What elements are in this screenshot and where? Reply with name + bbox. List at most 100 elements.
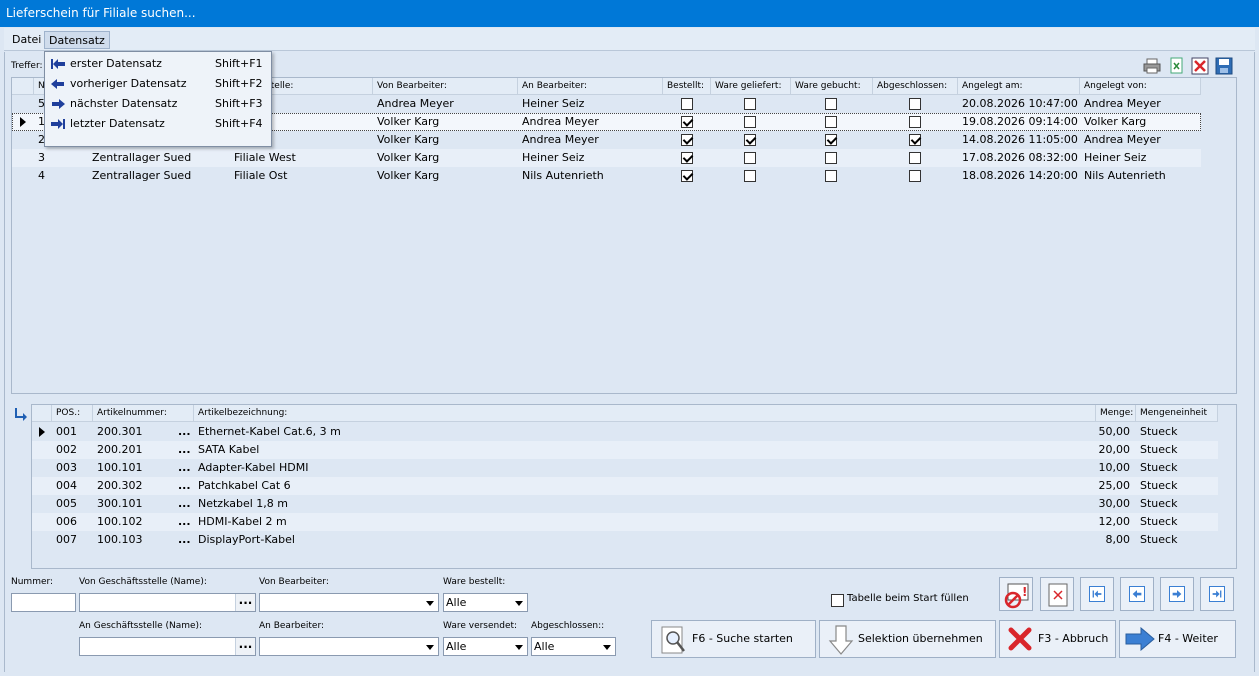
first-record-icon [1089,586,1105,602]
header-artikelbezeichnung[interactable]: Artikelbezeichnung: [194,405,1096,422]
checkbox-bestellt[interactable] [681,116,693,128]
an-gs-label: An Geschäftsstelle (Name): [79,621,203,631]
menu-vorheriger-datensatz[interactable]: vorheriger Datensatz Shift+F2 [47,74,269,94]
cell-einheit: Stueck [1140,461,1178,474]
article-browse-button[interactable]: ... [175,513,193,531]
list-item[interactable]: 003 100.101 Adapter-Kabel HDMI Stueck 10,00.… [32,459,1218,477]
position-grid: POS.: Artikelnummer: Artikelbezeichnung:… [31,404,1237,569]
menu-erster-datensatz[interactable]: erster Datensatz Shift+F1 [47,54,269,74]
cell-pos: 005 [56,497,77,510]
suche-starten-button[interactable]: F6 - Suche starten [651,620,816,658]
weiter-button[interactable]: F4 - Weiter [1119,620,1236,658]
article-browse-button[interactable]: ... [175,423,193,441]
von-gs-input[interactable]: ... [79,593,256,612]
article-browse-button[interactable]: ... [175,531,193,549]
menubar: Datei Datensatz [4,28,1255,51]
checkbox-geliefert[interactable] [744,134,756,146]
checkbox-geliefert[interactable] [744,152,756,164]
checkbox-gebucht[interactable] [825,170,837,182]
checkbox-gebucht[interactable] [825,152,837,164]
list-item[interactable]: 002 200.201 SATA Kabel Stueck 20,00... [32,441,1218,459]
checkbox-geliefert[interactable] [744,116,756,128]
selektion-uebernehmen-button[interactable]: Selektion übernehmen [819,620,996,658]
header-ware-geliefert[interactable]: Ware geliefert: [711,78,791,95]
table-row[interactable]: 3 Zentrallager Sued Filiale West Volker Kar… [12,149,1201,167]
cell-am: 17.08.2026 08:32:00 [962,151,1078,164]
checkbox-abgeschlossen[interactable] [909,116,921,128]
cell-von_user: Andrea Meyer [1084,97,1161,110]
an-gs-input[interactable]: ... [79,637,256,656]
nav-next-button[interactable] [1160,577,1194,611]
menu-naechster-label: nächster Datensatz [70,97,178,110]
checkbox-gebucht[interactable] [825,98,837,110]
article-browse-button[interactable]: ... [175,459,193,477]
an-bearbeiter-select[interactable] [259,637,439,656]
header-angelegt-von[interactable]: Angelegt von: [1080,78,1201,95]
nummer-input[interactable] [11,593,76,612]
abbruch-button[interactable]: F3 - Abbruch [999,620,1116,658]
list-item[interactable]: 004 200.302 Patchkabel Cat 6 Stueck 25,00... [32,477,1218,495]
export-excel-icon[interactable] [1168,57,1186,75]
checkbox-abgeschlossen[interactable] [909,152,921,164]
checkbox-bestellt[interactable] [681,152,693,164]
header-pos[interactable]: POS.: [52,405,93,422]
header-angelegt-am[interactable]: Angelegt am: [958,78,1080,95]
checkbox-bestellt[interactable] [681,134,693,146]
header-ware-gebucht[interactable]: Ware gebucht: [791,78,873,95]
row-indicator-header [12,78,34,95]
an-gs-browse-button[interactable]: ... [235,638,255,655]
table-row[interactable]: 4 Zentrallager Sued Filiale Ost Volker Karg… [12,167,1201,185]
header-von-bearbeiter[interactable]: Von Bearbeiter: [373,78,518,95]
cell-am: 20.08.2026 10:47:00 [962,97,1078,110]
checkbox-bestellt[interactable] [681,98,693,110]
suche-starten-label: F6 - Suche starten [692,632,793,645]
nav-prev-button[interactable] [1120,577,1154,611]
save-icon[interactable] [1215,57,1233,75]
cell-menge: 8,00 [1105,533,1131,546]
cell-einheit: Stueck [1140,479,1178,492]
tabelle-fuellen-checkbox[interactable] [831,594,844,607]
header-abgeschlossen[interactable]: Abgeschlossen: [873,78,958,95]
list-item[interactable]: 005 300.101 Netzkabel 1,8 m Stueck 30,00... [32,495,1218,513]
von-bearbeiter-select[interactable] [259,593,439,612]
header-bestellt[interactable]: Bestellt: [663,78,711,95]
article-browse-button[interactable]: ... [175,477,193,495]
header-artikelnummer[interactable]: Artikelnummer: [93,405,194,422]
list-item[interactable]: 007 100.103 DisplayPort-Kabel Stueck 8,00... [32,531,1218,549]
abgeschlossen-select[interactable]: Alle [531,637,616,656]
menu-naechster-datensatz[interactable]: nächster Datensatz Shift+F3 [47,94,269,114]
filter-clear-button[interactable]: ! [999,577,1033,611]
delete-x-icon[interactable] [1191,57,1209,75]
ware-versendet-select[interactable]: Alle [443,637,528,656]
article-browse-button[interactable]: ... [175,495,193,513]
checkbox-abgeschlossen[interactable] [909,170,921,182]
checkbox-gebucht[interactable] [825,134,837,146]
header-menge[interactable]: Menge: [1096,405,1136,422]
checkbox-abgeschlossen[interactable] [909,134,921,146]
checkbox-gebucht[interactable] [825,116,837,128]
checkbox-geliefert[interactable] [744,98,756,110]
datensatz-menu: erster Datensatz Shift+F1 vorheriger Dat… [44,51,272,147]
nav-last-button[interactable] [1200,577,1234,611]
ware-bestellt-select[interactable]: Alle [443,593,528,612]
treffer-label: Treffer: [11,61,43,71]
cell-am: 19.08.2026 09:14:00 [962,115,1078,128]
last-record-icon [1209,586,1225,602]
clear-selection-button[interactable] [1040,577,1074,611]
checkbox-geliefert[interactable] [744,170,756,182]
menu-datensatz[interactable]: Datensatz [44,31,110,49]
nav-first-button[interactable] [1080,577,1114,611]
list-item[interactable]: 006 100.102 HDMI-Kabel 2 m Stueck 12,00... [32,513,1218,531]
menu-datei[interactable]: Datei [8,31,45,49]
header-an-bearbeiter[interactable]: An Bearbeiter: [518,78,663,95]
list-item[interactable]: 001 200.301 Ethernet-Kabel Cat.6, 3 m Stuec… [32,423,1218,441]
menu-letzter-datensatz[interactable]: letzter Datensatz Shift+F4 [47,114,269,134]
checkbox-abgeschlossen[interactable] [909,98,921,110]
von-gs-browse-button[interactable]: ... [235,594,255,611]
print-icon[interactable] [1143,57,1161,75]
checkbox-bestellt[interactable] [681,170,693,182]
article-browse-button[interactable]: ... [175,441,193,459]
cell-pos: 002 [56,443,77,456]
header-mengeneinheit[interactable]: Mengeneinheit [1136,405,1218,422]
ware-bestellt-value: Alle [446,596,467,609]
